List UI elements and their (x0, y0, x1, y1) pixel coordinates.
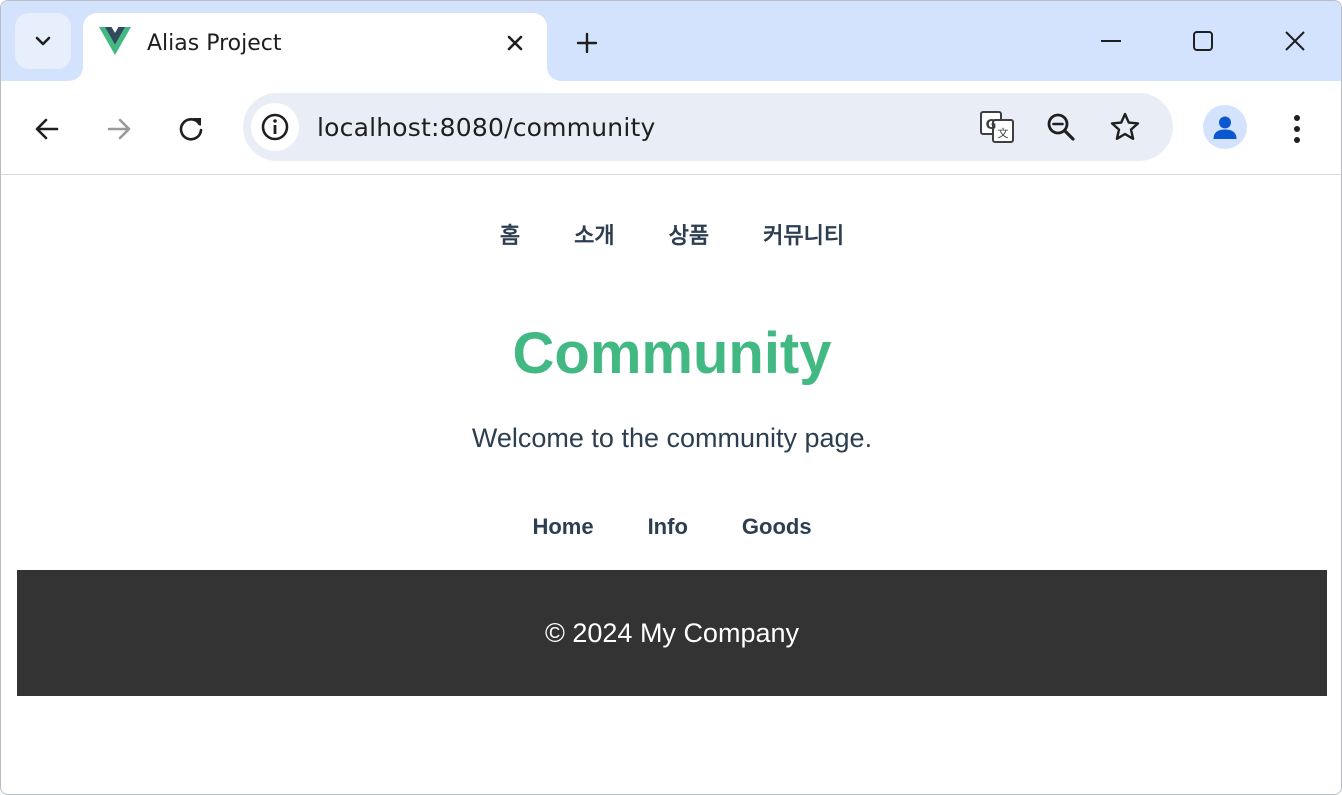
svg-text:G: G (986, 118, 997, 133)
page-footer: © 2024 My Company (17, 570, 1327, 696)
tab-title: Alias Project (147, 31, 282, 56)
url-text[interactable]: localhost:8080/community (317, 113, 655, 142)
tab-search-button[interactable] (15, 13, 71, 69)
bookmark-button[interactable] (1101, 103, 1149, 151)
nav-link-about-kr[interactable]: 소개 (574, 218, 614, 250)
maximize-icon (1193, 31, 1213, 51)
profile-button[interactable] (1203, 105, 1247, 149)
minimize-button[interactable] (1081, 15, 1141, 67)
info-icon (261, 113, 289, 141)
welcome-text: Welcome to the community page. (471, 423, 873, 453)
maximize-button[interactable] (1173, 15, 1233, 67)
nav-link-goods[interactable]: Goods (742, 514, 812, 540)
person-icon (1213, 116, 1237, 139)
minimize-icon (1101, 40, 1121, 42)
back-button[interactable] (23, 105, 71, 153)
browser-menu-button[interactable] (1273, 105, 1321, 153)
translate-button[interactable]: G 文 (973, 103, 1021, 151)
svg-text:文: 文 (998, 126, 1009, 140)
nav-link-home[interactable]: Home (532, 514, 593, 540)
zoom-button[interactable] (1037, 103, 1085, 151)
tab-strip: Alias Project (1, 1, 1341, 81)
close-tab-button[interactable] (499, 27, 531, 59)
reload-icon (179, 118, 203, 141)
page-title: Community (512, 321, 832, 386)
nav-link-home-kr[interactable]: 홈 (500, 218, 520, 250)
new-tab-button[interactable] (567, 23, 607, 63)
more-vertical-icon (1294, 115, 1300, 143)
active-tab[interactable]: Alias Project (83, 13, 547, 81)
close-icon (1285, 31, 1305, 51)
arrow-left-icon (35, 118, 59, 140)
browser-toolbar: localhost:8080/community G 文 (1, 81, 1341, 175)
plus-icon (576, 32, 598, 54)
page-content: 홈 소개 상품 커뮤니티 Community Welcome to the commu… (1, 176, 1341, 794)
nav-link-community-kr[interactable]: 커뮤니티 (763, 218, 844, 250)
browser-window: Alias Project localhost:8080/community G… (0, 0, 1342, 795)
address-bar[interactable]: localhost:8080/community G 文 (243, 93, 1173, 161)
arrow-right-icon (107, 118, 131, 140)
reload-button[interactable] (167, 105, 215, 153)
nav-link-products-kr[interactable]: 상품 (669, 218, 709, 250)
top-nav: 홈 소개 상품 커뮤니티 (1, 218, 1341, 250)
vue-logo-icon (99, 27, 131, 55)
close-icon (507, 35, 523, 51)
zoom-out-icon (1047, 113, 1075, 141)
chevron-down-icon (35, 36, 51, 46)
site-info-button[interactable] (251, 103, 299, 151)
close-window-button[interactable] (1265, 15, 1325, 67)
footer-copyright: © 2024 My Company (544, 617, 799, 648)
nav-link-info[interactable]: Info (648, 514, 688, 540)
forward-button[interactable] (95, 105, 143, 153)
bottom-nav: Home Info Goods (1, 514, 1341, 540)
translate-icon: G 文 (980, 111, 1014, 143)
star-icon (1110, 112, 1140, 140)
